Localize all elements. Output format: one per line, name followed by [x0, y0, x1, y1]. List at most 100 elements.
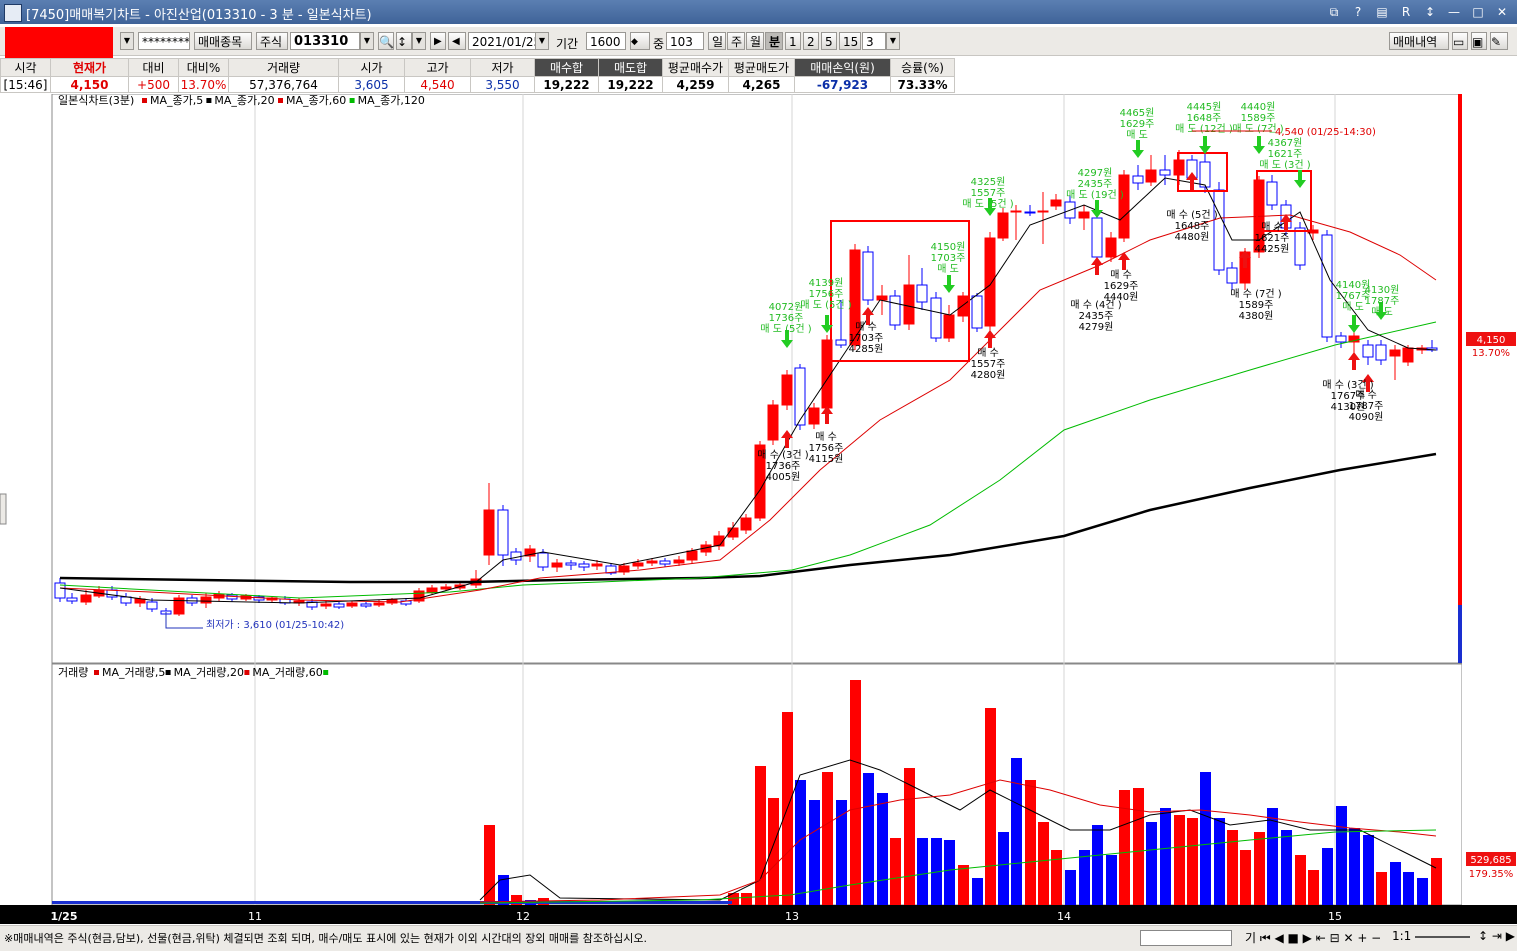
sell-label: 4130원: [1365, 284, 1400, 296]
interval-minute-button[interactable]: 분: [765, 32, 783, 50]
maximize-button[interactable]: □: [1467, 2, 1489, 22]
right-axis-area: [1462, 94, 1517, 905]
settings-icon[interactable]: R: [1395, 2, 1417, 22]
candle-up: [740, 517, 752, 531]
pin-icon[interactable]: ↕: [1419, 2, 1441, 22]
sell-label: 4367원: [1268, 137, 1303, 149]
buy-label: 매 수 (5건 ): [1166, 209, 1217, 221]
trade-history-button[interactable]: 매매내역: [1389, 32, 1449, 50]
date-input[interactable]: 2021/01/25: [468, 32, 536, 50]
code-dropdown[interactable]: ▼: [360, 32, 374, 50]
prev-icon[interactable]: ◀: [448, 32, 466, 50]
volume-bar-down: [809, 800, 820, 905]
candle-down: [1335, 335, 1347, 343]
minute-custom-input[interactable]: 3: [862, 32, 886, 50]
quote-header-11: 평균매도가: [728, 58, 795, 77]
candle-up: [876, 295, 888, 301]
account-dropdown[interactable]: ▼: [120, 32, 134, 50]
link-icon[interactable]: ⧉: [1323, 2, 1345, 22]
sell-label: 매 도: [937, 263, 959, 275]
window-title: [7450]매매복기차트 - 아진산업(013310 - 3 분 - 일본식차트…: [26, 8, 372, 23]
legend-item: MA_거래량,60: [252, 666, 322, 679]
candle-up: [1078, 211, 1090, 219]
count-input[interactable]: 103: [666, 32, 704, 50]
volume-bar-up: [1025, 780, 1036, 905]
buy-label: 1589주: [1239, 300, 1274, 311]
zoom-slider[interactable]: [1415, 936, 1470, 938]
password-field[interactable]: ********: [138, 32, 190, 50]
volume-bar-down: [1390, 862, 1401, 905]
minute-2-button[interactable]: 2: [803, 32, 819, 50]
candle-up: [632, 562, 644, 567]
price-panel: [51, 94, 1463, 664]
volume-bar-down: [998, 832, 1009, 905]
quote-value-0: [15:46]: [0, 76, 51, 93]
buy-label: 4005원: [766, 471, 801, 483]
interval-day-button[interactable]: 일: [708, 32, 726, 50]
candle-down: [1091, 217, 1103, 258]
buy-label: 매 수 (7건 ): [1230, 288, 1281, 300]
sell-label: 매 도: [1126, 129, 1148, 141]
candle-up: [1037, 210, 1049, 213]
candle-down: [66, 597, 78, 602]
minute-5-button[interactable]: 5: [821, 32, 837, 50]
quote-table: 시각 현재가 대비 대비% 거래량 시가 고가 저가 매수합 매도합 평균매수가 평균매도가 매매손익(…: [0, 58, 955, 93]
period-input[interactable]: 1600: [586, 32, 626, 50]
sort-dropdown[interactable]: ▼: [412, 32, 426, 50]
quote-value-3: 13.70%: [178, 76, 229, 93]
volume-bar-up: [1133, 788, 1144, 905]
sort-icon[interactable]: ↕: [396, 32, 412, 50]
help-icon[interactable]: ?: [1347, 2, 1369, 22]
candle-down: [889, 295, 901, 326]
period-step-icon[interactable]: ◆: [630, 32, 650, 50]
zoom-buttons[interactable]: ↕ ⇥ ▶: [1478, 929, 1515, 943]
candle-down: [794, 367, 806, 426]
price-chart[interactable]: 일본식차트(3분) MA_종가,5 MA_종가,20 MA_종가,60 MA_종가,1…: [0, 94, 1517, 924]
volume-bar-up: [890, 838, 901, 905]
date-dropdown[interactable]: ▼: [535, 32, 549, 50]
candle-down: [510, 551, 522, 561]
market-select[interactable]: 주식: [256, 32, 288, 50]
folder-icon[interactable]: ▭: [1452, 32, 1468, 50]
stock-code-input[interactable]: 013310: [290, 32, 360, 50]
minute-1-button[interactable]: 1: [785, 32, 801, 50]
next-icon[interactable]: ▶: [430, 32, 446, 50]
candle-up: [1105, 237, 1117, 258]
candle-down: [1266, 181, 1278, 206]
toolbar: ▼ ******** 매매종목 주식 013310 ▼ 🔍 ↕ ▼ ▶ ◀ 20…: [0, 27, 1517, 56]
quote-value-11: 4,265: [728, 76, 795, 93]
quote-header-5: 시가: [338, 58, 405, 77]
wrench-icon[interactable]: ✎: [1490, 32, 1508, 50]
scroll-box[interactable]: [1140, 930, 1232, 946]
candle-down: [1375, 344, 1387, 361]
buy-label: 2435주: [1079, 311, 1114, 322]
print-icon[interactable]: ▤: [1371, 2, 1393, 22]
minute-dropdown[interactable]: ▼: [886, 32, 900, 50]
buy-label: 1703주: [849, 333, 884, 344]
quote-value-2: +500: [128, 76, 179, 93]
close-button[interactable]: ✕: [1491, 2, 1513, 22]
volume-bar-down: [863, 773, 874, 905]
buy-label: 매 수: [1355, 389, 1377, 401]
interval-month-button[interactable]: 월: [746, 32, 764, 50]
quote-header-9: 매도합: [598, 58, 663, 77]
chart-nav-icons[interactable]: 기 ⏮ ◀ ■ ▶ ⇤ ⊟ ✕ + −: [1245, 929, 1381, 946]
interval-week-button[interactable]: 주: [727, 32, 745, 50]
minimize-button[interactable]: —: [1443, 2, 1465, 22]
search-icon[interactable]: 🔍: [378, 32, 394, 50]
legend-item: MA_거래량,20: [174, 666, 244, 679]
candle-up: [320, 603, 332, 607]
x-axis-label: 14: [1057, 910, 1071, 923]
legend-swatch: [142, 98, 147, 103]
low-note: 최저가 : 3,610 (01/25-10:42): [206, 619, 344, 631]
volume-bar-down: [1092, 825, 1103, 905]
buy-label: 4380원: [1239, 310, 1274, 322]
quote-value-8: 19,222: [534, 76, 599, 93]
buy-label: 매 수: [815, 431, 837, 443]
candle-up: [984, 237, 996, 327]
save-icon[interactable]: ▣: [1471, 32, 1487, 50]
minute-15-button[interactable]: 15: [839, 32, 861, 50]
account-redacted: [5, 27, 113, 61]
quote-value-10: 4,259: [662, 76, 729, 93]
trade-items-button[interactable]: 매매종목: [194, 32, 252, 50]
